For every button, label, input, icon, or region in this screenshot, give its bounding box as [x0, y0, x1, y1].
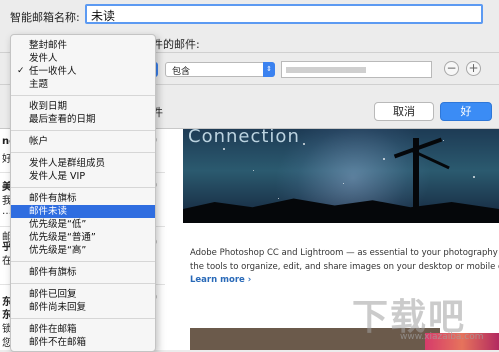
- menu-item[interactable]: 帐户: [11, 135, 155, 148]
- promo-line: Adobe Photoshop CC and Lightroom — as es…: [190, 248, 499, 258]
- menu-item[interactable]: 邮件未读: [11, 205, 155, 218]
- cancel-button[interactable]: 取消: [374, 102, 434, 121]
- watermark-url: www.xiazaiba.com: [400, 332, 484, 342]
- menu-item-label: 邮件有旗标: [29, 267, 77, 278]
- menu-item[interactable]: 邮件已回复: [11, 288, 155, 301]
- menu-item-label: 邮件不在邮箱: [29, 337, 87, 348]
- watermark: 下载吧 www.xiazaiba.com: [352, 288, 492, 348]
- menu-separator: [11, 318, 155, 319]
- menu-item[interactable]: 邮件有旗标: [11, 266, 155, 279]
- star: [303, 143, 305, 145]
- menu-separator: [11, 187, 155, 188]
- menu-separator: [11, 152, 155, 153]
- menu-item-label: 优先级是“普通”: [29, 232, 96, 243]
- star: [278, 198, 279, 199]
- menu-item-label: 优先级是“低”: [29, 219, 87, 230]
- menu-item[interactable]: 邮件尚未回复: [11, 301, 155, 314]
- menu-item-label: 发件人是群组成员: [29, 158, 106, 169]
- redacted-value: [286, 67, 366, 73]
- operator-value: 包含: [172, 67, 191, 77]
- banner-title: Connection: [188, 128, 300, 147]
- promo-line: the tools to organize, edit, and share i…: [190, 262, 499, 272]
- star: [253, 170, 254, 171]
- ok-button[interactable]: 好: [440, 102, 492, 121]
- menu-item-label: 邮件已回复: [29, 289, 77, 300]
- learn-more-link[interactable]: Learn more ›: [190, 275, 251, 285]
- menu-item[interactable]: 优先级是“低”: [11, 218, 155, 231]
- menu-item-label: 收到日期: [29, 101, 68, 112]
- condition-header-label: 件的邮件:: [152, 38, 200, 51]
- menu-item-label: 任一收件人: [29, 66, 77, 77]
- menu-separator: [11, 283, 155, 284]
- menu-item-label: 邮件在邮箱: [29, 324, 77, 335]
- menu-item-label: 邮件有旗标: [29, 193, 77, 204]
- menu-item-label: 帐户: [29, 136, 49, 147]
- star: [343, 183, 344, 184]
- checkmark-icon: ✓: [17, 66, 25, 76]
- promo-banner-image: Connection: [183, 128, 499, 223]
- menu-item[interactable]: 发件人: [11, 52, 155, 65]
- menu-item[interactable]: ✓ 任一收件人: [11, 65, 155, 78]
- star: [223, 148, 225, 150]
- star: [473, 176, 475, 178]
- menu-separator: [11, 261, 155, 262]
- menu-item-label: 邮件尚未回复: [29, 302, 87, 313]
- menu-item[interactable]: 收到日期: [11, 100, 155, 113]
- menu-item[interactable]: 最后查看的日期: [11, 113, 155, 126]
- menu-item[interactable]: 整封邮件: [11, 39, 155, 52]
- chevron-updown-icon: ⇕: [263, 62, 275, 77]
- mailbox-name-input[interactable]: 未读: [85, 4, 483, 24]
- menu-item[interactable]: 优先级是“普通”: [11, 231, 155, 244]
- menu-item[interactable]: 优先级是“高”: [11, 244, 155, 257]
- mailbox-name-label: 智能邮箱名称:: [10, 11, 80, 24]
- star: [443, 140, 444, 141]
- menu-item-label: 发件人是 VIP: [29, 171, 86, 182]
- menu-separator: [11, 130, 155, 131]
- add-rule-button[interactable]: +: [466, 61, 481, 76]
- remove-rule-button[interactable]: −: [444, 61, 459, 76]
- menu-item-label: 最后查看的日期: [29, 114, 96, 125]
- menu-item[interactable]: 主题: [11, 78, 155, 91]
- menu-item[interactable]: 邮件有旗标: [11, 192, 155, 205]
- menu-item[interactable]: 邮件在邮箱: [11, 323, 155, 336]
- operator-select[interactable]: 包含 ⇕: [165, 62, 275, 77]
- menu-item-label: 邮件未读: [29, 206, 68, 217]
- menu-item[interactable]: 发件人是 VIP: [11, 170, 155, 183]
- menu-separator: [11, 95, 155, 96]
- menu-item-label: 主题: [29, 79, 49, 90]
- criteria-value-input[interactable]: [281, 61, 432, 78]
- menu-item[interactable]: 发件人是群组成员: [11, 157, 155, 170]
- star: [383, 158, 385, 160]
- promo-text: Adobe Photoshop CC and Lightroom — as es…: [190, 246, 499, 274]
- menu-item-label: 整封邮件: [29, 40, 68, 51]
- menu-item-label: 优先级是“高”: [29, 245, 87, 256]
- menu-item[interactable]: 邮件不在邮箱: [11, 336, 155, 349]
- criteria-dropdown-menu[interactable]: 整封邮件发件人 ✓ 任一收件人主题收到日期最后查看的日期 帐户发件人是群组成员 发件人是…: [10, 34, 156, 352]
- menu-item-label: 发件人: [29, 53, 58, 64]
